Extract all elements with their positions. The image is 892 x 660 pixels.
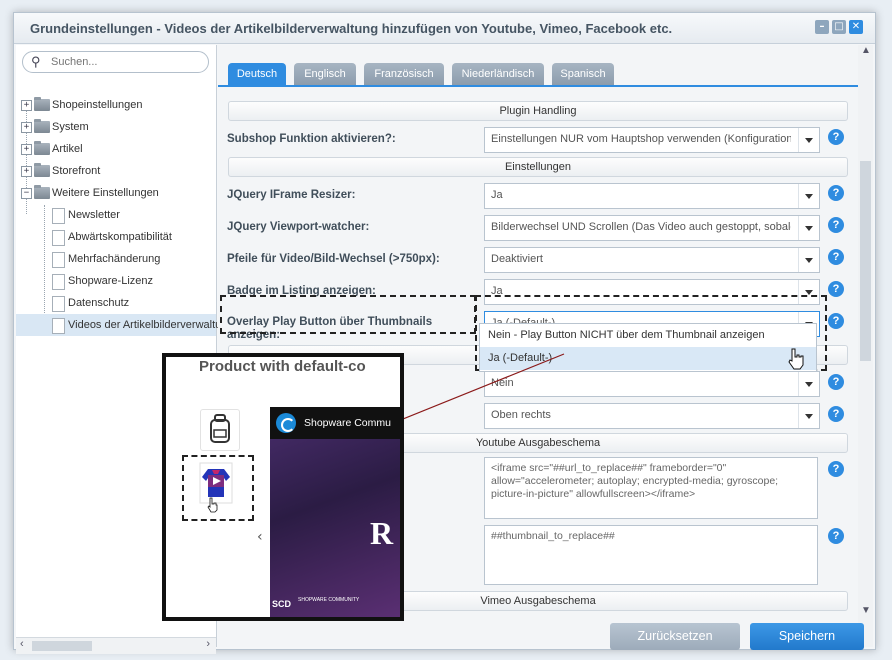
shopware-logo-icon xyxy=(276,413,296,433)
backpack-thumbnail[interactable] xyxy=(200,409,240,451)
video-header: Shopware Commu xyxy=(270,407,400,439)
backpack-icon xyxy=(210,414,230,443)
connector-line xyxy=(221,353,565,493)
embedded-video[interactable]: Shopware Commu R SCD SHOPWARE COMMUNITY xyxy=(270,407,400,617)
chevron-left-icon[interactable]: ‹ xyxy=(257,529,263,545)
storefront-preview: Product with default-co ‹ Shopware Commu… xyxy=(162,353,404,621)
video-brand: SCD xyxy=(272,599,292,609)
video-big-letter: R xyxy=(370,515,394,551)
hand-cursor-icon xyxy=(207,497,218,513)
video-channel-title: Shopware Commu xyxy=(304,417,391,429)
video-brand-sub: SHOPWARE COMMUNITY xyxy=(298,597,360,603)
preview-product-title: Product with default-co xyxy=(199,358,366,375)
